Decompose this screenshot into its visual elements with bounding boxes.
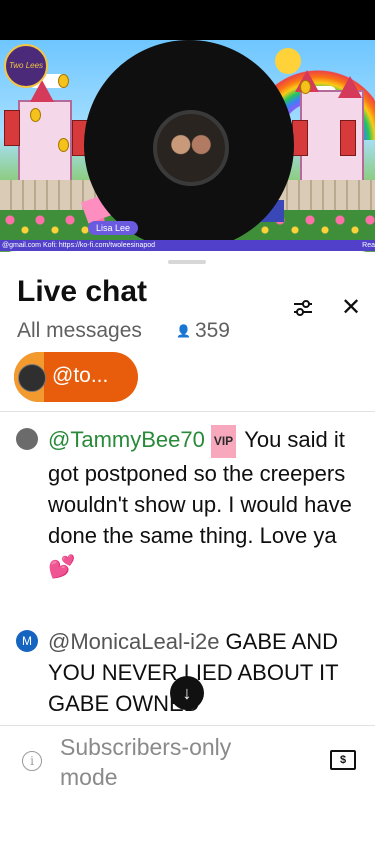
castle-roof <box>338 76 362 98</box>
ticker-text: @gmail.com Kofi: https://ko-fi.com/twole… <box>2 242 156 249</box>
message-author[interactable]: @TammyBee70 <box>48 427 205 452</box>
logo-text: Two Lees <box>8 61 44 70</box>
scroll-to-bottom-button[interactable]: ↓ <box>170 676 204 710</box>
presenter-name-tag: Lisa Lee <box>88 221 139 235</box>
person-icon: 👤 <box>176 324 191 339</box>
filter-button[interactable] <box>292 297 314 319</box>
chat-message[interactable]: @TammyBee70 VIP You said it got postponed … <box>16 424 361 582</box>
arrow-down-icon: ↓ <box>182 683 192 703</box>
live-chat-panel: Live chat ✕ All messages 👤 359 @to... @Ta… <box>0 251 375 841</box>
close-button[interactable]: ✕ <box>340 294 362 321</box>
pinned-label: @to... <box>52 364 109 387</box>
host-avatar <box>153 110 229 186</box>
super-chat-icon[interactable]: $ <box>330 750 356 770</box>
coin-decoration <box>58 74 69 88</box>
message-author[interactable]: @MonicaLeal-i2e <box>48 629 220 654</box>
sliders-icon <box>294 300 312 316</box>
divider <box>0 411 375 412</box>
ticker-text-right: Rea <box>362 242 375 249</box>
pinned-chip[interactable]: @to... <box>14 352 138 402</box>
banner-decoration <box>4 110 20 146</box>
user-avatar: M <box>16 630 38 652</box>
info-icon[interactable]: i <box>22 751 42 771</box>
video-player[interactable]: Two Lees Lisa Lee @gmail.com Kofi: https… <box>0 40 375 252</box>
banner-decoration <box>292 120 308 156</box>
pinned-avatar <box>18 364 46 392</box>
vip-badge: VIP <box>210 424 237 458</box>
heart-emoji: 💕 <box>48 553 76 579</box>
viewer-count: 👤 359 <box>176 319 230 343</box>
ticker-bar: @gmail.com Kofi: https://ko-fi.com/twole… <box>0 240 375 251</box>
user-avatar <box>16 428 38 450</box>
subscribers-only-notice: Subscribers-only mode <box>60 734 232 790</box>
chat-filter-label[interactable]: All messages <box>17 319 142 343</box>
status-bar <box>0 0 375 40</box>
channel-logo: Two Lees <box>4 44 48 88</box>
chat-title: Live chat <box>17 275 148 308</box>
viewer-count-value: 359 <box>194 319 230 342</box>
close-icon: ✕ <box>340 294 362 321</box>
coin-decoration <box>30 108 41 122</box>
coin-decoration <box>58 138 69 152</box>
banner-decoration <box>340 120 356 156</box>
drag-handle[interactable] <box>168 260 206 264</box>
chat-footer: i Subscribers-only mode $ <box>0 725 375 841</box>
coin-decoration <box>300 80 311 94</box>
